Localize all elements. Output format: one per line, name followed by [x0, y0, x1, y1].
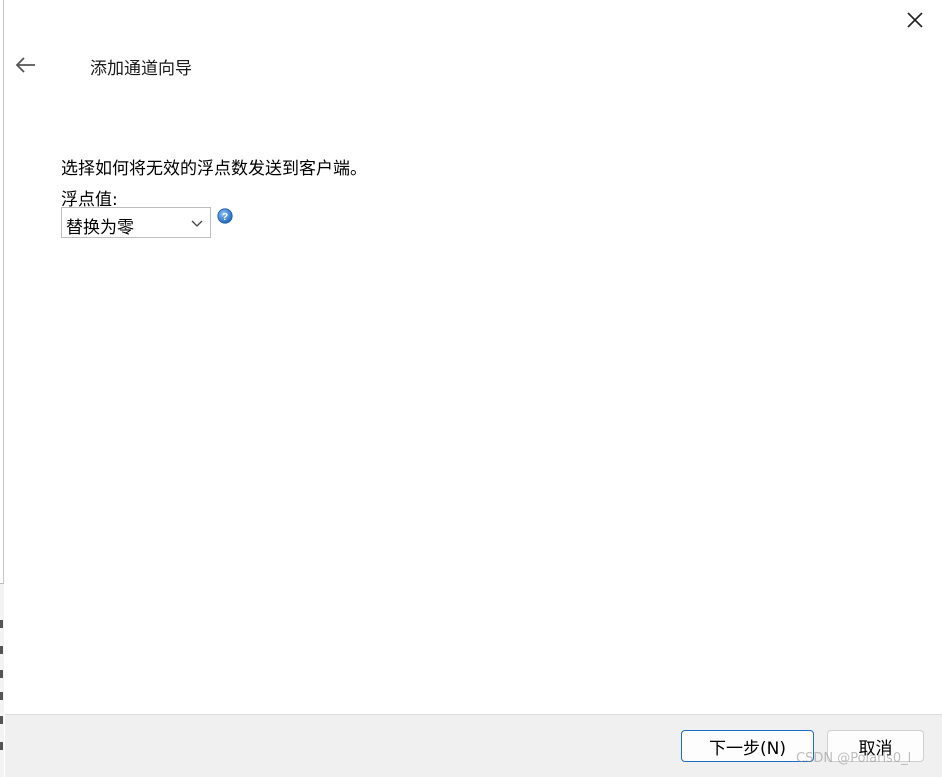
- help-icon[interactable]: ?: [217, 208, 233, 224]
- background-window-lower: [0, 583, 4, 777]
- background-window-edge: [0, 0, 4, 777]
- background-text-fragment: [0, 692, 3, 700]
- screen: 添加通道向导 选择如何将无效的浮点数发送到客户端。 浮点值: 替换为零 ? 下一…: [0, 0, 942, 777]
- watermark: CSDN @Polaris0_l: [796, 751, 912, 766]
- next-button[interactable]: 下一步(N): [681, 730, 814, 762]
- back-arrow-icon: [15, 57, 35, 73]
- add-channel-wizard-dialog: 添加通道向导 选择如何将无效的浮点数发送到客户端。 浮点值: 替换为零 ? 下一…: [5, 0, 942, 777]
- background-text-fragment: [0, 646, 3, 654]
- chevron-down-icon: [191, 220, 203, 227]
- float-value-selected: 替换为零: [66, 218, 134, 238]
- background-text-fragment: [0, 670, 3, 678]
- background-text-fragment: [0, 742, 3, 750]
- float-value-select[interactable]: 替换为零: [61, 207, 211, 238]
- wizard-title: 添加通道向导: [90, 59, 192, 79]
- background-text-fragment: [0, 716, 3, 724]
- svg-text:?: ?: [222, 211, 228, 223]
- background-text-fragment: [0, 620, 3, 628]
- dialog-footer: 下一步(N) 取消: [5, 714, 942, 777]
- close-button[interactable]: [900, 6, 930, 34]
- back-button[interactable]: [11, 50, 41, 80]
- step-instruction: 选择如何将无效的浮点数发送到客户端。: [61, 159, 367, 179]
- close-icon: [907, 12, 923, 28]
